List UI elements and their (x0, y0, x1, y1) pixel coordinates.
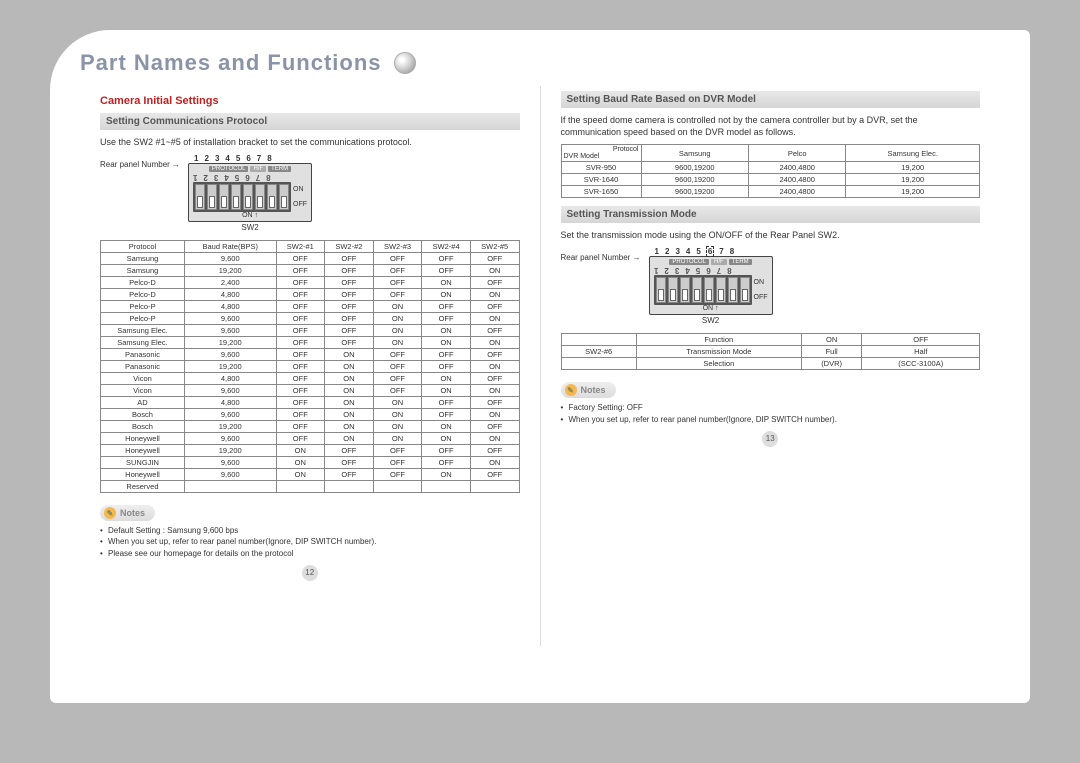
page-spread: Camera Initial Settings Setting Communic… (80, 86, 1000, 646)
decorative-circle-icon (394, 52, 416, 74)
subsection-band: Setting Transmission Mode (561, 206, 981, 223)
pencil-icon: ✎ (104, 507, 116, 519)
notes-list: Factory Setting: OFFWhen you set up, ref… (561, 402, 981, 424)
intro-text: Use the SW2 #1~#5 of installation bracke… (100, 136, 520, 148)
subsection-band: Setting Baud Rate Based on DVR Model (561, 91, 981, 108)
rear-panel-label: Rear panel Number → (561, 253, 641, 262)
manual-page: Part Names and Functions Camera Initial … (50, 30, 1030, 703)
notes-heading: ✎ Notes (100, 505, 155, 521)
page-number: 12 (100, 565, 520, 581)
dip-switch-diagram: Rear panel Number → 12345678 PROTOCOLH/F… (561, 247, 981, 325)
notes-list: Default Setting : Samsung 9,600 bpsWhen … (100, 525, 520, 559)
dvr-table: Protocol DVR Model Samsung Pelco Samsung… (561, 144, 981, 198)
intro-text: Set the transmission mode using the ON/O… (561, 229, 981, 241)
dip-switch-diagram: Rear panel Number → 12345678 PROTOCOLH/F… (100, 154, 520, 232)
pencil-icon: ✎ (565, 384, 577, 396)
page-number: 13 (561, 431, 981, 447)
protocol-table: ProtocolBaud Rate(BPS)SW2-#1SW2-#2SW2-#3… (100, 240, 520, 493)
left-page: Camera Initial Settings Setting Communic… (80, 86, 541, 646)
dip-switches (193, 182, 291, 212)
subsection-band: Setting Communications Protocol (100, 113, 520, 130)
right-page: Setting Baud Rate Based on DVR Model If … (541, 86, 1001, 646)
transmission-mode-table: Function ON OFF SW2-#6Transmission ModeF… (561, 333, 981, 370)
page-title: Part Names and Functions (80, 50, 382, 76)
intro-text: If the speed dome camera is controlled n… (561, 114, 981, 138)
title-bar: Part Names and Functions (80, 50, 1000, 76)
notes-heading: ✎ Notes (561, 382, 616, 398)
rear-panel-label: Rear panel Number → (100, 160, 180, 169)
section-heading: Camera Initial Settings (100, 95, 520, 107)
dip-numbers-top: 12345678 (188, 154, 312, 163)
